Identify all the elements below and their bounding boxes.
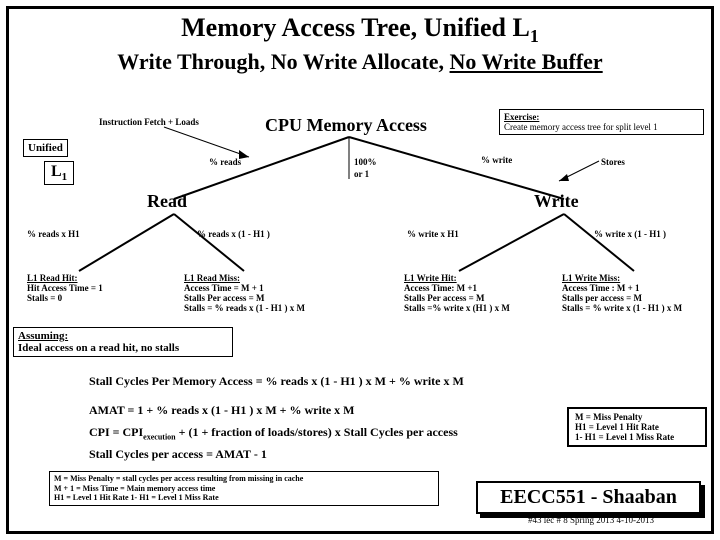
l1-write-hit: L1 Write Hit: Access Time: M +1 Stalls P… (404, 273, 554, 313)
hundred-label: 100% (354, 157, 377, 167)
eq-stall-access: Stall Cycles per access = AMAT - 1 (89, 447, 267, 462)
page-title: Memory Access Tree, Unified L1 (9, 13, 711, 47)
reads-x-1mh1: % reads x (1 - H1 ) (197, 229, 270, 239)
eq-amat: AMAT = 1 + % reads x (1 - H1 ) x M + % w… (89, 403, 354, 418)
stores-label: Stores (601, 157, 625, 167)
page-subtitle: Write Through, No Write Allocate, No Wri… (9, 49, 711, 75)
write-x-h1: % write x H1 (407, 229, 459, 239)
footer-defs: M = Miss Penalty = stall cycles per acce… (49, 471, 439, 506)
unified-box: Unified (23, 139, 68, 157)
eq-stall-cycles: Stall Cycles Per Memory Access = % reads… (89, 374, 464, 389)
write-x-1mh1: % write x (1 - H1 ) (594, 229, 666, 239)
l1-read-miss: L1 Read Miss: Access Time = M + 1 Stalls… (184, 273, 339, 313)
course-box: EECC551 - Shaaban (476, 481, 701, 514)
exercise-box: Exercise: Create memory access tree for … (499, 109, 704, 135)
course-date: #43 lec # 8 Spring 2013 4-10-2013 (476, 515, 706, 525)
legend-box: M = Miss Penalty H1 = Level 1 Hit Rate 1… (567, 407, 707, 447)
l1-write-miss: L1 Write Miss: Access Time : M + 1 Stall… (562, 273, 712, 313)
assuming-box: Assuming: Ideal access on a read hit, no… (13, 327, 233, 357)
cpu-memory-access: CPU Memory Access (265, 115, 427, 136)
l1-box: L1 (44, 161, 74, 185)
write-node: Write (534, 191, 579, 212)
eq-cpi: CPI = CPIexecution + (1 + fraction of lo… (89, 425, 458, 441)
pct-reads-label: % reads (209, 157, 241, 167)
or1-label: or 1 (354, 169, 369, 179)
reads-x-h1: % reads x H1 (27, 229, 80, 239)
instruction-fetch-label: Instruction Fetch + Loads (99, 117, 199, 127)
read-node: Read (147, 191, 187, 212)
pct-write-label: % write (481, 155, 512, 165)
l1-read-hit: L1 Read Hit: Hit Access Time = 1 Stalls … (27, 273, 147, 303)
